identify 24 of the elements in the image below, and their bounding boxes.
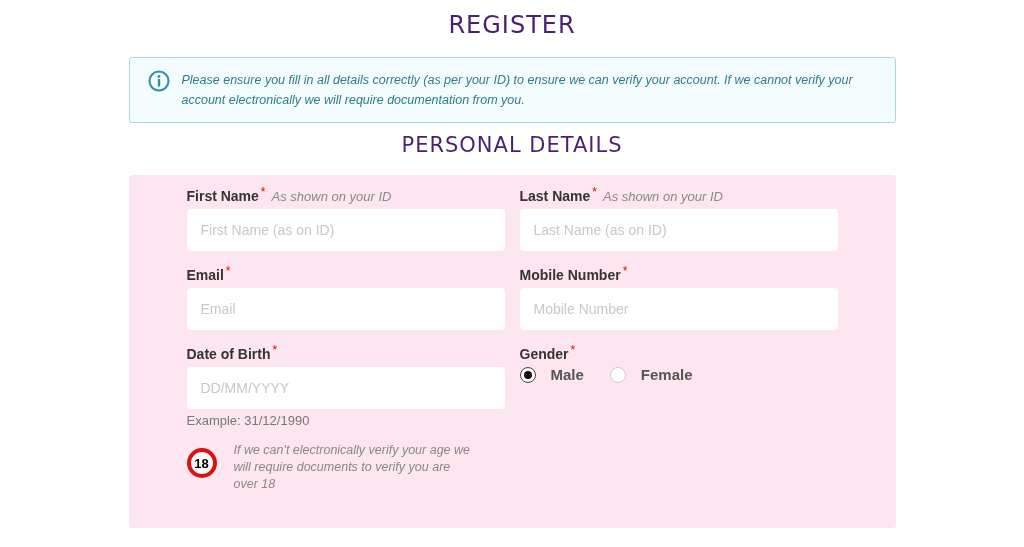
- radio-option[interactable]: Male: [519, 366, 584, 383]
- field-hint: As shown on your ID: [603, 189, 723, 204]
- field-label: Gender: [519, 346, 569, 362]
- radio-option[interactable]: Female: [609, 366, 693, 383]
- notice-text: Please ensure you fill in all details correctly (as per your ID) to ensure we can verify your account. If we cannot verify your account electronically we will require documentation from you.: [181, 72, 854, 109]
- field-label: Mobile Number: [519, 267, 621, 283]
- radio-button[interactable]: [519, 366, 536, 383]
- field-label: Email: [186, 267, 224, 283]
- age-badge: 18: [186, 448, 217, 478]
- field-hint: As shown on your ID: [271, 189, 392, 204]
- required-mark: *: [260, 185, 266, 199]
- required-mark: *: [570, 343, 576, 357]
- field-label: Last Name: [519, 188, 591, 204]
- required-mark: *: [622, 264, 628, 278]
- section-title: PERSONAL DETAILS: [401, 133, 623, 159]
- required-mark: *: [272, 343, 278, 357]
- age-notice-text: If we can't electronically verify your age we will require documents to verify you are over 18: [233, 442, 472, 493]
- required-mark: *: [225, 264, 231, 278]
- required-mark: *: [592, 185, 597, 199]
- example-text: Example: 31/12/1990: [186, 413, 311, 428]
- info-icon: [147, 70, 170, 92]
- field-label: Date of Birth: [186, 346, 271, 362]
- field-label: First Name: [186, 188, 259, 204]
- page-title: REGISTER: [448, 11, 576, 41]
